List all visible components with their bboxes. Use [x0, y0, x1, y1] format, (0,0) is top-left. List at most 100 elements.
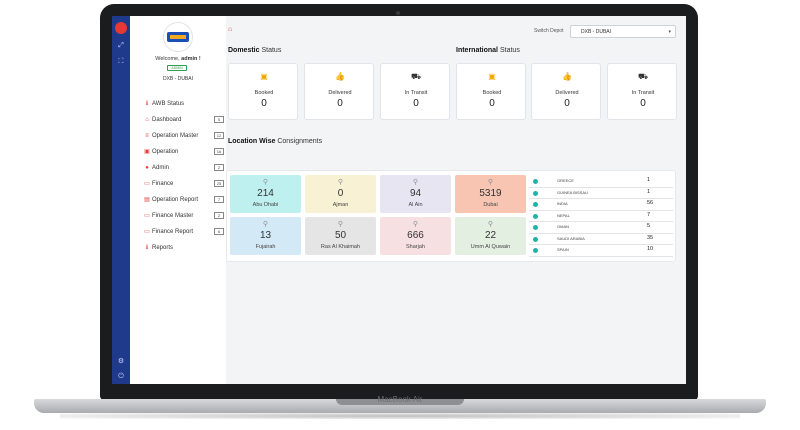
table-row: INDIA 56 — [529, 199, 673, 211]
power-icon[interactable]: ⏻ — [116, 373, 126, 381]
tile-label: Fujairah — [255, 244, 276, 250]
country-count: 1 — [647, 188, 651, 195]
tile-label: Umm Al Quwain — [470, 244, 511, 250]
location-tile-fujairah[interactable]: ⚲ 13 Fujairah — [230, 217, 301, 255]
money-icon: ▭ — [144, 213, 150, 219]
truck-icon: ⛟ — [637, 72, 649, 81]
sidebar-item-label: Operation Report — [152, 197, 199, 203]
switch-depot-label: Switch Depot — [534, 28, 564, 34]
tile-value: 22 — [484, 230, 497, 241]
title-rest: Consignments — [277, 138, 323, 145]
title-bold: Domestic — [228, 47, 260, 54]
report-icon: ▤ — [144, 197, 150, 203]
location-wise-title: Location Wise Consignments — [228, 138, 322, 145]
card-label: In Transit — [631, 90, 655, 96]
user-name: admin ! — [181, 56, 201, 62]
card-value: 0 — [261, 98, 267, 109]
card-value: 0 — [337, 98, 343, 109]
welcome-prefix: Welcome, — [155, 56, 180, 62]
sidebar-item-admin[interactable]: ● Admin 2 — [144, 164, 226, 180]
welcome-text: Welcome, admin ! — [130, 56, 226, 62]
sidebar-item-label: Admin — [152, 165, 170, 171]
fullscreen-icon[interactable]: ⛶ — [116, 58, 126, 66]
sidebar-item-dashboard[interactable]: ⌂ Dashboard 5 — [144, 116, 226, 132]
sidebar-item-label: Finance — [152, 181, 174, 187]
sidebar-item-finance-report[interactable]: ▭ Finance Report 6 — [144, 228, 226, 244]
tile-value: 666 — [407, 230, 424, 241]
tile-label: Ajman — [332, 202, 349, 208]
table-row: SPAIN 10 — [529, 245, 673, 257]
location-tile-al-ain[interactable]: ⚲ 94 Al Ain — [380, 175, 451, 213]
map-pin-icon: ⚲ — [487, 221, 494, 228]
home-icon[interactable]: ⌂ — [228, 26, 232, 33]
country-count: 1 — [647, 177, 651, 183]
sidebar-item-count: 12 — [214, 132, 224, 139]
country-name: GREECE — [557, 178, 574, 183]
international-in-transit-card[interactable]: ⛟ In Transit 0 — [607, 63, 677, 120]
sidebar-item-label: Finance Master — [152, 213, 194, 219]
status-dot — [533, 190, 538, 196]
domestic-delivered-card[interactable]: 👍 Delivered 0 — [304, 63, 374, 120]
title-rest: Status — [499, 47, 520, 54]
map-pin-icon: ⚲ — [337, 179, 344, 186]
clipboard-icon: ▣ — [144, 149, 150, 155]
status-dot — [533, 202, 538, 207]
selected-depot: DXB - DUBAI — [581, 29, 612, 35]
international-delivered-card[interactable]: 👍 Delivered 0 — [531, 63, 601, 120]
laptop-shadow — [60, 413, 740, 419]
location-tile-ajman[interactable]: ⚲ 0 Ajman — [305, 175, 376, 213]
sidebar-item-count: 7 — [214, 196, 224, 203]
sidebar-item-operation-master[interactable]: ≡ Operation Master 12 — [144, 132, 226, 148]
switch-depot-select[interactable]: DXB - DUBAI ▾ — [570, 25, 676, 38]
sidebar-item-finance[interactable]: ▭ Finance 25 — [144, 180, 226, 196]
table-row: SAUDI ARABIA 35 — [529, 234, 673, 245]
location-tile-dubai[interactable]: ⚲ 5319 Dubai — [455, 175, 526, 213]
location-tile-umm-al-quwain[interactable]: ⚲ 22 Umm Al Quwain — [455, 217, 526, 255]
location-tile-sharjah[interactable]: ⚲ 666 Sharjah — [380, 217, 451, 255]
laptop-brand: MacBook Air — [377, 395, 423, 404]
settings-icon[interactable]: ⚙ — [116, 357, 126, 365]
screen: ⤢ ⛶ ⚙ ⏻ Welcome, admin ! ADMIN DXB - DUB… — [112, 16, 686, 384]
title-bold: International — [456, 47, 499, 54]
domestic-booked-card[interactable]: ▣ Booked 0 — [228, 63, 298, 120]
sidebar-item-operation-report[interactable]: ▤ Operation Report 7 — [144, 196, 226, 212]
tile-value: 94 — [409, 188, 422, 199]
app-logo-icon[interactable] — [115, 22, 127, 34]
location-tile-abu-dhabi[interactable]: ⚲ 214 Abu Dhabi — [230, 175, 301, 213]
country-count: 5 — [647, 223, 651, 229]
map-pin-icon: ⚲ — [262, 179, 269, 186]
sidebar-item-count: 25 — [214, 180, 224, 187]
country-name: GUINEA BISSAU — [557, 189, 588, 195]
list-icon: ≡ — [145, 133, 149, 139]
sidebar-item-label: Reports — [152, 245, 174, 251]
truck-icon: ⛟ — [410, 72, 422, 81]
title-rest: Status — [261, 47, 282, 54]
sidebar-item-awb-status[interactable]: ℹ AWB Status — [144, 100, 226, 116]
collapse-icon[interactable]: ⤢ — [116, 42, 126, 50]
domestic-in-transit-card[interactable]: ⛟ In Transit 0 — [380, 63, 450, 120]
tile-value: 13 — [259, 230, 272, 241]
card-value: 0 — [413, 98, 419, 109]
table-row: GREECE 1 — [529, 176, 673, 188]
tile-label: Ras Al Khaimah — [320, 244, 361, 250]
domestic-status-title: Domestic Status — [228, 47, 281, 54]
location-tile-ras-al-khaimah[interactable]: ⚲ 50 Ras Al Khaimah — [305, 217, 376, 255]
money-icon: ▭ — [144, 181, 150, 187]
current-depot: DXB - DUBAI — [162, 76, 193, 82]
country-count: 56 — [647, 200, 654, 206]
icon-rail: ⤢ ⛶ ⚙ ⏻ — [112, 16, 130, 384]
sidebar-item-count: 2 — [214, 164, 224, 171]
tile-value: 5319 — [479, 188, 502, 199]
main-content: ⌂ Switch Depot DXB - DUBAI ▾ Domestic St… — [226, 16, 686, 384]
sidebar-item-reports[interactable]: ℹ Reports — [144, 244, 226, 260]
country-name: SAUDI ARABIA — [557, 235, 585, 241]
tile-value: 0 — [337, 188, 344, 199]
table-row: NEPAL 7 — [529, 211, 673, 222]
international-booked-card[interactable]: ▣ Booked 0 — [456, 63, 526, 120]
card-label: Booked — [254, 90, 274, 96]
booked-icon: ▣ — [260, 72, 268, 81]
map-pin-icon: ⚲ — [412, 221, 419, 228]
card-label: Delivered — [555, 90, 579, 96]
sidebar-item-operation[interactable]: ▣ Operation 16 — [144, 148, 226, 164]
sidebar-item-finance-master[interactable]: ▭ Finance Master 2 — [144, 212, 226, 228]
